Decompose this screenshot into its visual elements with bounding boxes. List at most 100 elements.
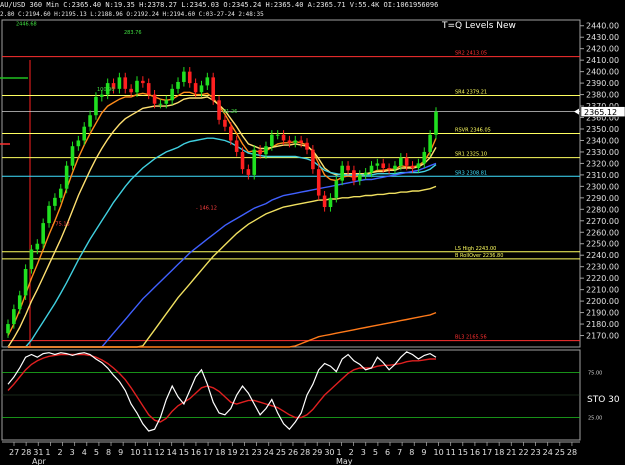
candle-body: [146, 83, 151, 95]
x-tick-label: 15: [458, 448, 468, 457]
candle-body: [434, 111, 438, 135]
y-tick-label: 2440.00: [586, 22, 619, 31]
candle-body: [352, 170, 356, 181]
y-tick-label: 2220.00: [586, 274, 619, 283]
x-tick-label: 11: [142, 448, 152, 457]
x-tick-label: 22: [518, 448, 528, 457]
level-label: B RollOver 2236.80: [455, 253, 503, 259]
candle-body: [223, 119, 227, 127]
moving-average-line: [7, 96, 437, 348]
candle-body: [35, 243, 40, 250]
y-tick-label: 2210.00: [586, 286, 619, 295]
x-tick-label: 18: [494, 448, 504, 457]
price-annotation: - 75.13: [52, 221, 70, 227]
price-panel-frame: [1, 19, 581, 348]
candle-body: [47, 205, 51, 224]
y-tick-label: 2180.00: [586, 320, 619, 329]
x-tick-label: 9: [118, 448, 123, 457]
moving-average-line: [8, 311, 437, 348]
x-tick-label: 28: [21, 448, 31, 457]
x-tick-label: 29: [312, 448, 322, 457]
candle-body: [287, 140, 292, 143]
candle-body: [334, 180, 339, 198]
x-tick-label: 3: [70, 448, 75, 457]
month-label: Apr: [32, 457, 47, 465]
x-tick-label: 9: [421, 448, 426, 457]
candle-body: [410, 165, 415, 169]
y-tick-label: 2400.00: [586, 68, 619, 77]
x-tick-label: 28: [567, 448, 577, 457]
osc-d-line: [7, 353, 436, 423]
x-tick-label: 10: [130, 448, 140, 457]
x-tick-label: 8: [409, 448, 414, 457]
price-annotation: 100.90: [97, 87, 115, 93]
candle-body: [404, 157, 409, 166]
candle-body: [12, 309, 16, 325]
x-tick-label: 21: [239, 448, 249, 457]
x-tick-label: 10: [434, 448, 444, 457]
candle-body: [94, 96, 98, 116]
price-annotation: 283.76: [124, 30, 142, 36]
candle-body: [281, 134, 286, 141]
x-tick-label: 6: [385, 448, 390, 457]
x-tick-label: 23: [531, 448, 541, 457]
level-label: BL3 2165.56: [455, 335, 487, 341]
x-tick-label: 5: [373, 448, 378, 457]
x-tick-label: 1: [336, 448, 341, 457]
candle-body: [422, 151, 427, 164]
moving-average-line: [8, 162, 437, 348]
price-annotation: 81.26: [223, 109, 237, 115]
candle-body: [375, 163, 380, 166]
candle-body: [363, 172, 368, 175]
y-tick-label: 2390.00: [586, 79, 619, 88]
candle-body: [311, 149, 315, 170]
price-annotation: 2446.68: [16, 22, 37, 28]
candle-body: [387, 168, 391, 170]
candle-body: [100, 94, 104, 97]
price-annotation: - 146.12: [196, 205, 217, 211]
candle-body: [258, 149, 262, 155]
y-tick-label: 2240.00: [586, 251, 619, 260]
y-tick-label: 2250.00: [586, 240, 619, 249]
x-tick-label: 21: [506, 448, 516, 457]
y-tick-label: 2410.00: [586, 56, 619, 65]
candle-body: [393, 165, 397, 170]
candle-body: [53, 197, 57, 206]
x-tick-label: 18: [215, 448, 225, 457]
candle-body: [416, 163, 421, 169]
level-label: SR1 2325.10: [455, 152, 487, 158]
level-label: SR2 2413.05: [455, 51, 487, 57]
candle-body: [205, 77, 210, 86]
candle-body: [322, 195, 327, 208]
y-tick-label: 2430.00: [586, 33, 619, 42]
x-tick-label: 15: [179, 448, 189, 457]
candle-body: [141, 80, 145, 84]
candle-body: [275, 134, 280, 136]
price-chart[interactable]: SR2 2413.05 SR4 2379.21 RSVR 2346.05 SR1 23…: [0, 0, 625, 465]
x-tick-label: 30: [324, 448, 334, 457]
x-tick-label: 16: [470, 448, 480, 457]
x-tick-label: 25: [276, 448, 286, 457]
level-label: SR3 2308.81: [455, 170, 487, 176]
y-tick-label: 2260.00: [586, 228, 619, 237]
candle-body: [187, 71, 192, 84]
candle-body: [369, 165, 374, 173]
chart-title: T=Q Levels New: [441, 21, 516, 31]
osc-tick-label: 25.00: [588, 416, 602, 422]
x-tick-label: 8: [106, 448, 111, 457]
x-tick-label: 3: [361, 448, 366, 457]
candle-body: [82, 126, 87, 141]
x-tick-label: 14: [167, 448, 177, 457]
last-price-label: 2365.12: [584, 108, 617, 117]
candle-body: [211, 77, 216, 101]
candle-body: [117, 77, 122, 89]
level-label: SR4 2379.21: [455, 89, 487, 95]
x-tick-label: 5: [94, 448, 99, 457]
month-label: May: [336, 457, 353, 465]
candle-body: [316, 169, 321, 196]
x-tick-label: 16: [191, 448, 201, 457]
candle-body: [399, 157, 403, 166]
x-tick-label: 2: [58, 448, 63, 457]
y-tick-label: 2420.00: [586, 45, 619, 54]
candle-body: [293, 140, 298, 143]
